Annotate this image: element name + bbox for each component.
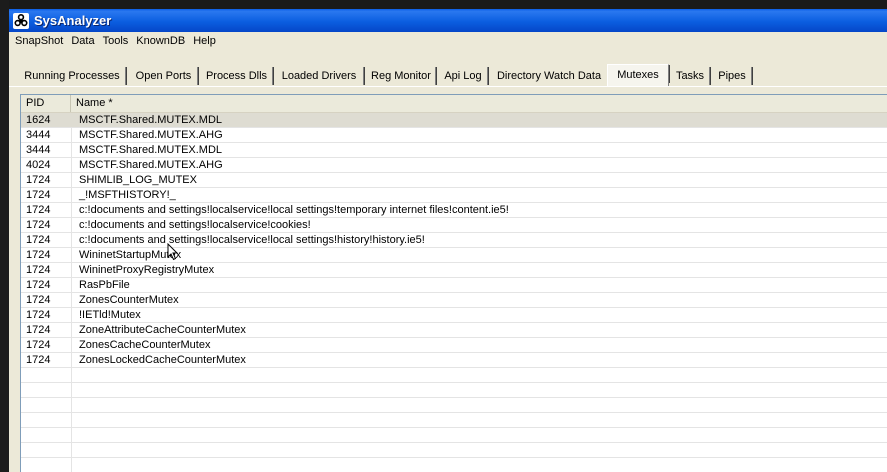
tab-divider: [9, 86, 887, 87]
cell-name: MSCTF.Shared.MUTEX.AHG: [79, 129, 223, 141]
cell-name: _!MSFTHISTORY!_: [79, 189, 176, 201]
mouse-cursor-icon: [167, 243, 179, 261]
tab-tasks[interactable]: Tasks: [671, 67, 711, 85]
cell-name: ZonesCounterMutex: [79, 294, 179, 306]
table-row[interactable]: [21, 443, 887, 458]
cell-pid: 1724: [26, 249, 51, 261]
tab-mutexes[interactable]: Mutexes: [607, 64, 670, 86]
table-row[interactable]: 1724 ZoneAttributeCacheCounterMutex: [21, 323, 887, 338]
cell-pid: 1724: [26, 339, 51, 351]
table-row[interactable]: [21, 383, 887, 398]
cell-name: c:!documents and settings!localservice!l…: [79, 204, 509, 216]
table-row[interactable]: 1724 c:!documents and settings!localservi…: [21, 203, 887, 218]
cell-pid: 1724: [26, 204, 51, 216]
table-row[interactable]: 3444 MSCTF.Shared.MUTEX.AHG: [21, 128, 887, 143]
cell-pid: 1724: [26, 309, 51, 321]
cell-name: SHIMLIB_LOG_MUTEX: [79, 174, 197, 186]
column-header-pid[interactable]: PID: [21, 95, 71, 112]
cell-name: WininetProxyRegistryMutex: [79, 264, 215, 276]
cell-pid: 1724: [26, 174, 51, 186]
cell-name: MSCTF.Shared.MUTEX.MDL: [79, 114, 223, 126]
tab-loaded-drivers[interactable]: Loaded Drivers: [275, 67, 365, 85]
cell-pid: 3444: [26, 144, 51, 156]
table-row[interactable]: [21, 428, 887, 443]
tab-strip: Running Processes Open Ports Process Dll…: [9, 64, 887, 86]
cell-pid: 1624: [26, 114, 51, 126]
list-header: PID Name *: [21, 95, 887, 113]
table-row[interactable]: 1724 c:!documents and settings!localservi…: [21, 233, 887, 248]
table-row[interactable]: 1724 ZonesCacheCounterMutex: [21, 338, 887, 353]
cell-pid: 1724: [26, 189, 51, 201]
table-row[interactable]: 1724 WininetStartupMutex: [21, 248, 887, 263]
table-row[interactable]: [21, 398, 887, 413]
menu-snapshot[interactable]: SnapShot: [9, 32, 67, 51]
table-row[interactable]: 1724 c:!documents and settings!localservi…: [21, 218, 887, 233]
menu-bar: SnapShot Data Tools KnownDB Help: [9, 32, 887, 51]
cell-pid: 1724: [26, 324, 51, 336]
table-row[interactable]: [21, 368, 887, 383]
cell-pid: 1724: [26, 279, 51, 291]
mutex-list[interactable]: PID Name * 1624 MSCTF.Shared.MUTEX.MDL 344…: [20, 94, 887, 472]
menu-knowndb[interactable]: KnownDB: [132, 32, 189, 51]
cell-pid: 3444: [26, 129, 51, 141]
title-bar[interactable]: SysAnalyzer: [9, 9, 887, 32]
cell-name: RasPbFile: [79, 279, 130, 291]
table-row[interactable]: 1624 MSCTF.Shared.MUTEX.MDL: [21, 113, 887, 128]
cell-name: ZonesCacheCounterMutex: [79, 339, 211, 351]
tab-open-ports[interactable]: Open Ports: [130, 67, 199, 85]
cell-pid: 4024: [26, 159, 51, 171]
tab-process-dlls[interactable]: Process Dlls: [201, 67, 274, 85]
tab-reg-monitor[interactable]: Reg Monitor: [367, 67, 437, 85]
cell-name: MSCTF.Shared.MUTEX.AHG: [79, 159, 223, 171]
tab-api-log[interactable]: Api Log: [439, 67, 489, 85]
cell-name: c:!documents and settings!localservice!l…: [79, 234, 425, 246]
table-row[interactable]: 1724 ZonesLockedCacheCounterMutex: [21, 353, 887, 368]
column-header-name[interactable]: Name *: [71, 95, 887, 112]
tab-directory-watch-data[interactable]: Directory Watch Data: [491, 67, 609, 85]
table-row[interactable]: 4024 MSCTF.Shared.MUTEX.AHG: [21, 158, 887, 173]
cell-name: !IETld!Mutex: [79, 309, 141, 321]
tab-running-processes[interactable]: Running Processes: [19, 67, 127, 85]
cell-name: ZonesLockedCacheCounterMutex: [79, 354, 246, 366]
cell-pid: 1724: [26, 294, 51, 306]
cell-name: MSCTF.Shared.MUTEX.MDL: [79, 144, 223, 156]
desktop-edge: [0, 0, 9, 472]
table-row[interactable]: 1724 !IETld!Mutex: [21, 308, 887, 323]
table-row[interactable]: [21, 458, 887, 472]
table-row[interactable]: 1724 _!MSFTHISTORY!_: [21, 188, 887, 203]
menu-help[interactable]: Help: [189, 32, 220, 51]
table-row[interactable]: 3444 MSCTF.Shared.MUTEX.MDL: [21, 143, 887, 158]
window-title: SysAnalyzer: [34, 13, 112, 28]
menu-tools[interactable]: Tools: [99, 32, 133, 51]
cell-pid: 1724: [26, 234, 51, 246]
table-row[interactable]: 1724 WininetProxyRegistryMutex: [21, 263, 887, 278]
menu-data[interactable]: Data: [67, 32, 98, 51]
cell-name: ZoneAttributeCacheCounterMutex: [79, 324, 246, 336]
main-window: SysAnalyzer SnapShot Data Tools KnownDB …: [9, 9, 887, 472]
cell-pid: 1724: [26, 219, 51, 231]
table-row[interactable]: [21, 413, 887, 428]
tab-pipes[interactable]: Pipes: [713, 67, 753, 85]
cell-name: c:!documents and settings!localservice!c…: [79, 219, 311, 231]
table-row[interactable]: 1724 ZonesCounterMutex: [21, 293, 887, 308]
biohazard-icon: [13, 12, 29, 29]
table-row[interactable]: 1724 RasPbFile: [21, 278, 887, 293]
cell-pid: 1724: [26, 354, 51, 366]
cell-pid: 1724: [26, 264, 51, 276]
table-row[interactable]: 1724 SHIMLIB_LOG_MUTEX: [21, 173, 887, 188]
cell-name: WininetStartupMutex: [79, 249, 182, 261]
